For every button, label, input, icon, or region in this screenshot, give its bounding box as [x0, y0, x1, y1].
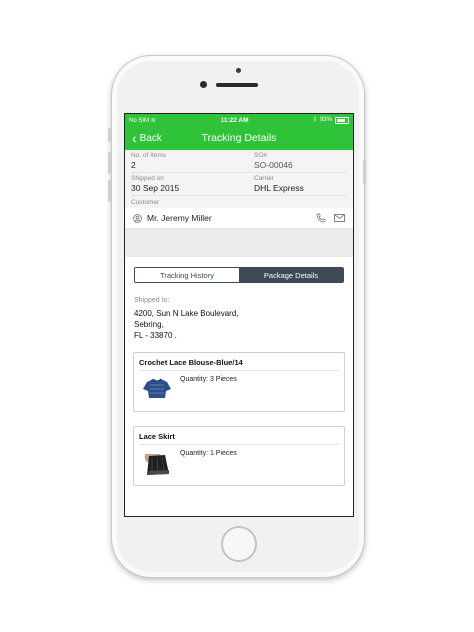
product-name: Lace Skirt: [139, 427, 339, 445]
battery-icon: [334, 116, 349, 124]
mail-icon[interactable]: [334, 214, 345, 222]
clock: 11:22 AM: [220, 116, 249, 124]
shipped-value: 30 Sep 2015: [131, 183, 180, 193]
address-line-1: 4200, Sun N Lake Boulevard,: [134, 309, 239, 318]
earpiece-speaker: [216, 83, 258, 87]
product-card[interactable]: Lace Skirt Quantity: 1 Pieces: [133, 426, 345, 486]
phone-volume-down: [108, 180, 111, 202]
status-right: ᛒ 93%: [313, 116, 349, 124]
app-screen: No SIM ≋ 11:22 AM ᛒ 93% ‹ Back Tracking …: [124, 113, 354, 517]
section-divider: [125, 229, 353, 257]
phone-top-sensor: [236, 68, 241, 73]
shipped-to-label: Shipped to:: [134, 297, 170, 304]
shipped-label: Shipped on: [131, 175, 164, 182]
product-body: Quantity: 1 Pieces: [139, 445, 339, 478]
chevron-left-icon: ‹: [132, 130, 137, 146]
items-label: No. of Items: [131, 152, 167, 159]
product-card[interactable]: Crochet Lace Blouse-Blue/14 Quantity: 3 …: [133, 352, 345, 412]
tab-tracking-history[interactable]: Tracking History: [135, 268, 239, 282]
segmented-control: Tracking History Package Details: [134, 267, 344, 283]
order-info: No. of Items 2 SO# SO-00046 Shipped on 3…: [125, 150, 353, 196]
user-icon: [133, 213, 142, 223]
shipped-cell: Shipped on 30 Sep 2015: [131, 175, 224, 193]
product-quantity: Quantity: 1 Pieces: [180, 450, 237, 457]
battery-percent: 93%: [319, 117, 332, 123]
phone-power-button: [363, 160, 366, 184]
nav-bar: ‹ Back Tracking Details: [125, 126, 353, 150]
status-bar: No SIM ≋ 11:22 AM ᛒ 93%: [125, 114, 353, 126]
phone-side-button: [108, 128, 111, 142]
lace-skirt-image: [144, 454, 169, 475]
product-name: Crochet Lace Blouse-Blue/14: [139, 353, 339, 371]
phone-volume-up: [108, 152, 111, 174]
info-row: No. of Items 2 SO# SO-00046: [131, 150, 347, 173]
customer-label: Customer: [125, 196, 353, 208]
address-line-2: Sebring,: [134, 320, 164, 329]
so-label: SO#: [254, 152, 268, 159]
so-value: SO-00046: [254, 160, 293, 170]
back-label: Back: [139, 132, 162, 144]
back-button[interactable]: ‹ Back: [125, 130, 162, 146]
shipping-address: 4200, Sun N Lake Boulevard, Sebring, FL …: [134, 308, 353, 341]
info-row: Shipped on 30 Sep 2015 Carrier DHL Expre…: [131, 173, 347, 196]
items-value: 2: [131, 160, 136, 170]
customer-row[interactable]: Mr. Jeremy Miller: [125, 208, 353, 229]
carrier-text: No SIM ≋: [129, 117, 156, 124]
home-button[interactable]: [221, 526, 257, 562]
phone-icon[interactable]: [316, 213, 326, 223]
tab-package-details[interactable]: Package Details: [239, 268, 343, 282]
address-line-3: FL - 33870 .: [134, 331, 177, 340]
product-body: Quantity: 3 Pieces: [139, 371, 339, 404]
customer-name: Mr. Jeremy Miller: [147, 213, 212, 223]
carrier-value: DHL Express: [254, 183, 304, 193]
bluetooth-icon: ᛒ: [313, 117, 317, 123]
carrier-label: Carrier: [254, 175, 274, 182]
front-camera: [200, 81, 207, 88]
product-quantity: Quantity: 3 Pieces: [180, 376, 237, 383]
wifi-icon: ≋: [150, 117, 156, 124]
items-cell: No. of Items 2: [131, 152, 224, 170]
so-cell: SO# SO-00046: [224, 152, 347, 170]
blue-blouse-image: [143, 378, 171, 398]
carrier-cell: Carrier DHL Express: [224, 175, 347, 193]
